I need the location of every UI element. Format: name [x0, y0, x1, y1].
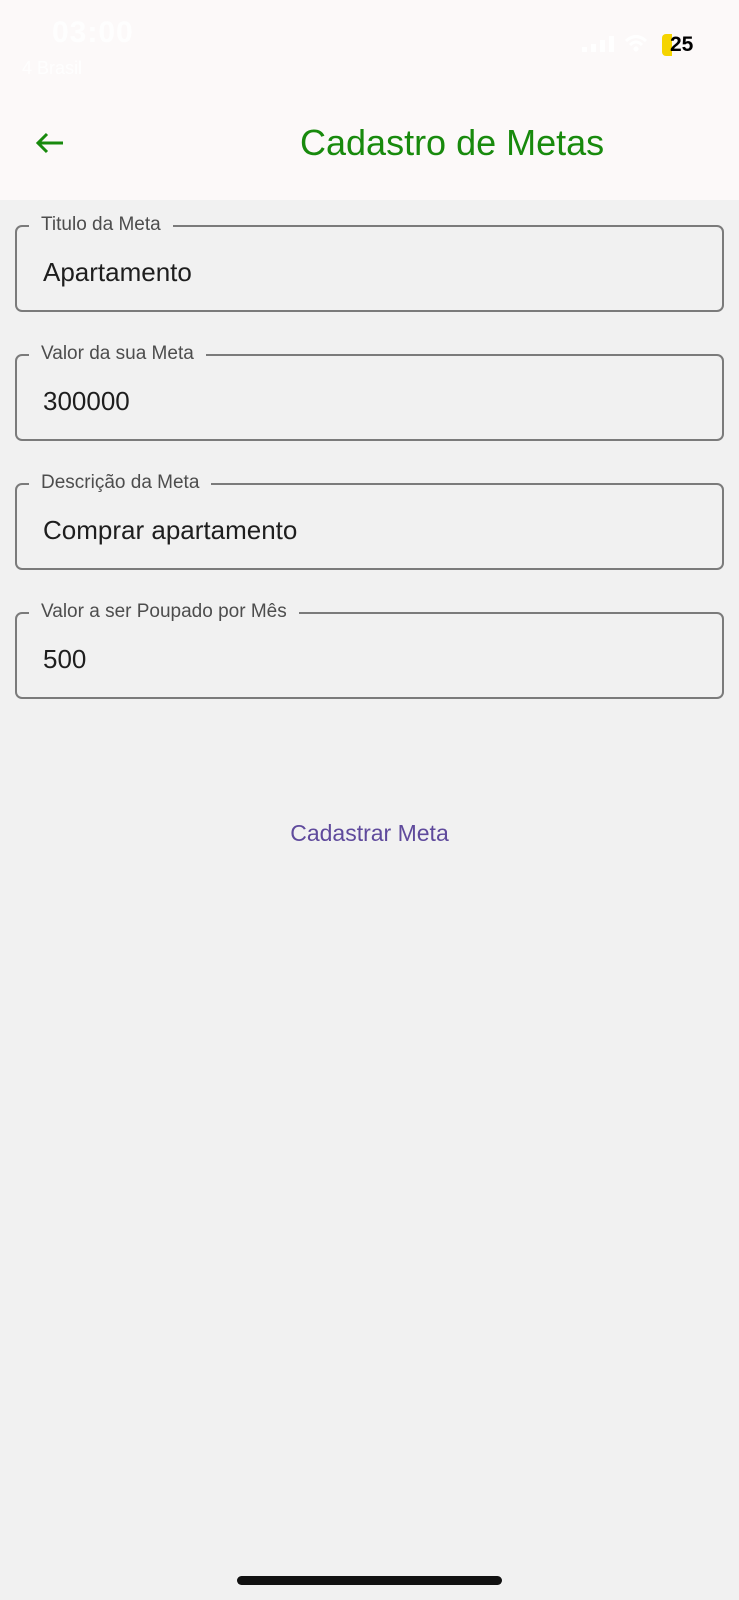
- monthly-savings-field-value[interactable]: 500: [43, 644, 86, 675]
- battery-indicator: 25: [662, 33, 693, 57]
- status-carrier: 4 Brasil: [22, 58, 83, 78]
- description-field[interactable]: Descrição da Meta Comprar apartamento: [15, 471, 724, 570]
- back-button[interactable]: [28, 121, 72, 165]
- title-field-value[interactable]: Apartamento: [43, 257, 192, 288]
- monthly-savings-field-label: Valor a ser Poupado por Mês: [29, 600, 299, 624]
- goal-value-field-value[interactable]: 300000: [43, 386, 130, 417]
- page-title: Cadastro de Metas: [300, 122, 605, 163]
- arrow-left-icon: [35, 132, 63, 154]
- signal-icon: [582, 36, 614, 52]
- goal-value-field[interactable]: Valor da sua Meta 300000: [15, 342, 724, 441]
- battery-level: 25: [670, 33, 694, 56]
- register-goal-button[interactable]: Cadastrar Meta: [0, 820, 739, 847]
- description-field-value[interactable]: Comprar apartamento: [43, 515, 297, 546]
- status-time: 03:00: [52, 16, 134, 49]
- home-indicator[interactable]: [237, 1576, 502, 1585]
- title-field-label: Titulo da Meta: [29, 213, 173, 237]
- app-bar: Cadastro de Metas: [0, 95, 739, 200]
- status-bar: 03:00 4 Brasil 25: [0, 0, 739, 95]
- wifi-icon: [624, 35, 648, 52]
- description-field-label: Descrição da Meta: [29, 471, 212, 495]
- goal-value-field-label: Valor da sua Meta: [29, 342, 206, 366]
- title-field[interactable]: Titulo da Meta Apartamento: [15, 213, 724, 312]
- monthly-savings-field[interactable]: Valor a ser Poupado por Mês 500: [15, 600, 724, 699]
